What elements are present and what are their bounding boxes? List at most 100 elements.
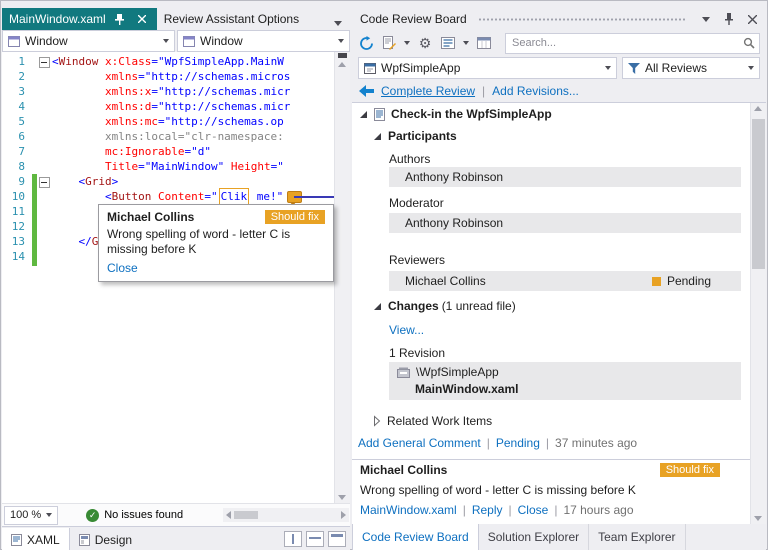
tooltip-author: Michael Collins (107, 210, 195, 224)
moderator-item[interactable]: Anthony Robinson (389, 213, 741, 233)
collapsed-triangle-icon[interactable] (373, 415, 381, 427)
line-number: 3 (18, 85, 25, 98)
pin-icon[interactable] (721, 11, 737, 27)
review-timestamp: 37 minutes ago (555, 436, 638, 450)
tab-review-assistant-options[interactable]: Review Assistant Options (157, 8, 306, 30)
code-line[interactable]: < Window x:Class = "WpfSimpleApp.MainW (38, 54, 350, 69)
scroll-down-icon[interactable] (338, 495, 346, 500)
add-general-comment-link[interactable]: Add General Comment (358, 436, 481, 450)
reviewers-label: Reviewers (389, 253, 446, 267)
split-vertical-button[interactable] (284, 531, 302, 547)
tab-label: Solution Explorer (487, 530, 580, 544)
code-line[interactable]: xmlns:local="clr-namespace: (38, 129, 350, 144)
changeset-item[interactable]: \WpfSimpleApp MainWindow.xaml (389, 362, 741, 400)
drag-grip[interactable] (477, 16, 687, 22)
code-line[interactable]: xmlns:d = "http://schemas.micr (38, 99, 350, 114)
scrollbar-thumb[interactable] (234, 511, 258, 519)
add-revisions-link[interactable]: Add Revisions... (492, 84, 579, 98)
close-icon[interactable] (744, 11, 760, 27)
panel-vertical-scrollbar[interactable] (750, 103, 766, 524)
tab-solution-explorer[interactable]: Solution Explorer (479, 524, 590, 550)
splitter-handle[interactable] (338, 53, 347, 58)
refresh-button[interactable] (358, 35, 374, 51)
view-link[interactable]: View... (389, 323, 424, 337)
comment-timestamp: 17 hours ago (563, 503, 634, 517)
changes-count: (1 unread file) (441, 299, 516, 313)
zoom-dropdown[interactable]: 100 % (4, 505, 59, 525)
scroll-down-icon[interactable] (754, 516, 762, 521)
close-comment-link[interactable]: Close (518, 503, 549, 517)
project-selector[interactable]: WpfSimpleApp (358, 57, 617, 79)
tab-team-explorer[interactable]: Team Explorer (589, 524, 686, 550)
pin-icon[interactable] (112, 11, 128, 27)
complete-review-link[interactable]: Complete Review (381, 84, 475, 98)
tab-list-dropdown-icon[interactable] (330, 15, 346, 31)
expanded-triangle-icon[interactable] (373, 301, 382, 311)
review-pending-link[interactable]: Pending (496, 436, 540, 450)
line-number: 10 (11, 190, 25, 203)
tab-mainwindow-xaml[interactable]: MainWindow.xaml (2, 8, 157, 30)
code-line[interactable]: < Grid > (38, 174, 350, 189)
line-number: 2 (18, 70, 25, 83)
tab-label: Design (94, 532, 133, 547)
scroll-right-icon[interactable] (341, 511, 346, 519)
member-dropdown-label: Window (200, 34, 243, 48)
tree-item-check-in[interactable]: Check-in the WpfSimpleApp (359, 105, 552, 123)
editor-pane: MainWindow.xaml Review Assistant Options… (2, 8, 350, 550)
code-line[interactable]: xmlns:mc = "http://schemas.op (38, 114, 350, 129)
scrollbar-thumb[interactable] (752, 119, 765, 269)
expanded-triangle-icon[interactable] (359, 109, 368, 119)
window-position-icon[interactable] (698, 11, 714, 27)
pending-status-icon (651, 276, 661, 286)
pending-status-text: Pending (666, 274, 711, 288)
gear-icon[interactable]: ⚙ (417, 35, 433, 51)
split-horizontal-button[interactable] (306, 531, 324, 547)
reviewer-item[interactable]: Michael Collins Pending (389, 271, 741, 291)
review-filter-selector[interactable]: All Reviews (622, 57, 760, 79)
panel-toolbar: ⚙ (352, 30, 766, 56)
tooltip-close-link[interactable]: Close (107, 261, 138, 275)
tree-item-changes[interactable]: Changes (1 unread file) (373, 297, 516, 315)
editor-vertical-scrollbar[interactable] (334, 52, 350, 503)
code-line[interactable]: xmlns = "http://schemas.micros (38, 69, 350, 84)
search-input[interactable] (510, 36, 743, 50)
code-editor[interactable]: 1 2 3 4 5 6 7 8 9 10 11 12 13 14 < Window x:Class = "Wpf… (2, 52, 350, 503)
scroll-up-icon[interactable] (754, 106, 762, 111)
code-line[interactable]: Title = "MainWindow" Height = " (38, 159, 350, 174)
review-document-icon (374, 107, 385, 121)
separator: | (508, 503, 512, 517)
new-review-button[interactable] (381, 35, 397, 51)
expanded-triangle-icon[interactable] (373, 131, 382, 141)
filter-icon (628, 62, 640, 74)
fold-collapse-icon[interactable] (38, 174, 52, 189)
code-line[interactable]: xmlns:x = "http://schemas.micr (38, 84, 350, 99)
member-dropdown[interactable]: Window (177, 30, 350, 52)
author-item[interactable]: Anthony Robinson (389, 167, 741, 187)
tool-window-title-bar[interactable]: Code Review Board (352, 8, 766, 30)
editor-horizontal-scrollbar[interactable] (223, 508, 349, 522)
changeset-file[interactable]: MainWindow.xaml (415, 382, 518, 396)
reply-link[interactable]: Reply (472, 503, 503, 517)
type-dropdown[interactable]: Window (2, 30, 175, 52)
search-box (505, 32, 760, 54)
view-options-dropdown-icon[interactable] (463, 41, 469, 45)
scroll-up-icon[interactable] (338, 62, 346, 67)
fold-collapse-icon[interactable] (38, 54, 52, 69)
close-icon[interactable] (134, 11, 150, 27)
view-options-button[interactable] (440, 35, 456, 51)
expand-pane-button[interactable] (328, 531, 346, 547)
tab-code-review-board[interactable]: Code Review Board (352, 524, 479, 550)
tab-design[interactable]: Design (70, 528, 141, 550)
tree-item-participants[interactable]: Participants (373, 127, 457, 145)
reports-button[interactable] (476, 35, 492, 51)
code-line[interactable]: mc:Ignorable = "d" (38, 144, 350, 159)
comment-file-link[interactable]: MainWindow.xaml (360, 503, 457, 517)
tree-item-related-work-items[interactable]: Related Work Items (373, 412, 492, 430)
line-number: 11 (11, 205, 25, 218)
search-icon[interactable] (743, 37, 755, 49)
tab-xaml[interactable]: XAML (2, 527, 70, 550)
back-arrow-icon[interactable] (359, 85, 374, 97)
line-number: 1 (18, 55, 25, 68)
new-review-dropdown-icon[interactable] (404, 41, 410, 45)
scroll-left-icon[interactable] (226, 511, 231, 519)
